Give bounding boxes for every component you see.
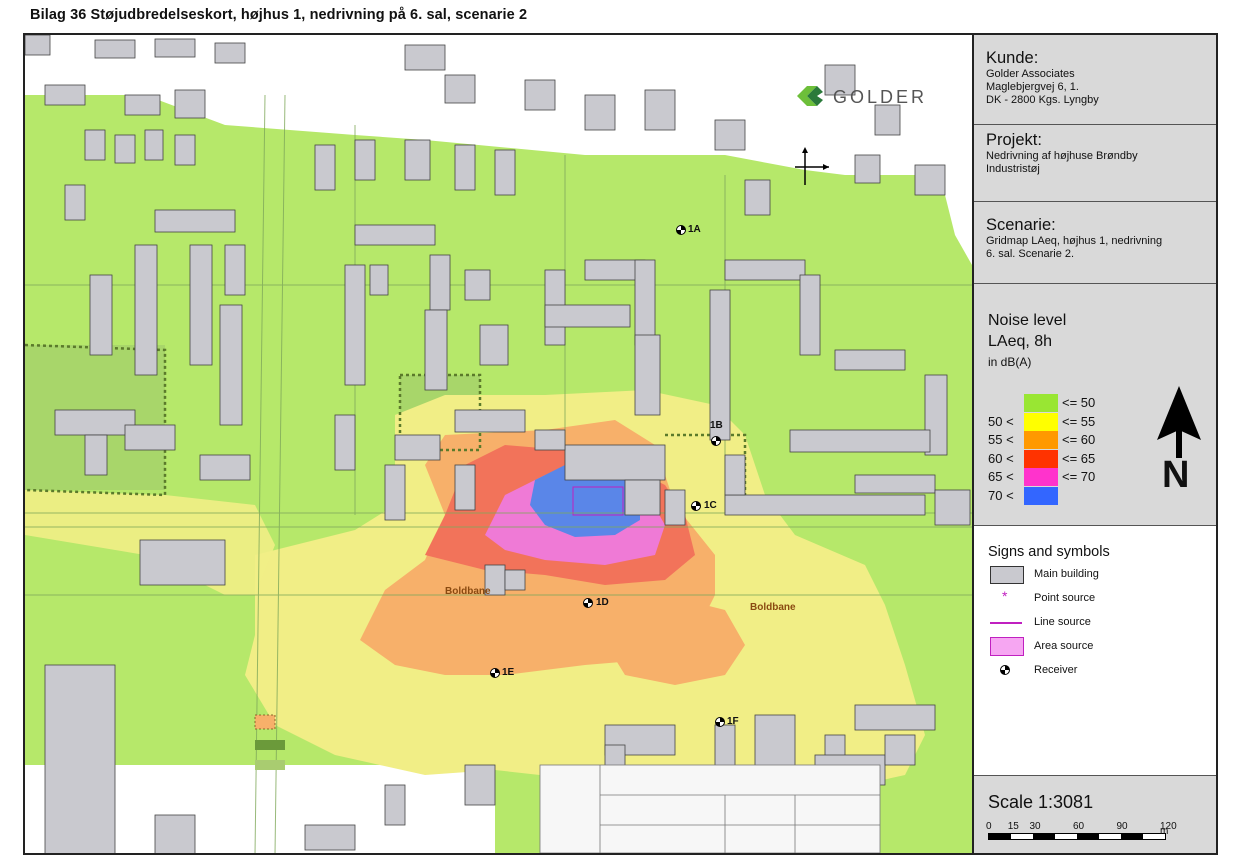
legend-swatch <box>1024 394 1058 412</box>
customer-line: DK - 2800 Kgs. Lyngby <box>986 94 1099 106</box>
receiver-marker[interactable] <box>715 717 725 727</box>
receiver-label: 1E <box>502 667 515 678</box>
receiver-label: 1B <box>710 420 723 431</box>
receiver-icon <box>1000 665 1010 675</box>
inset-titleblock <box>539 764 881 853</box>
scale-title: Scale 1:3081 <box>988 792 1094 812</box>
receiver-label: 1F <box>727 716 739 727</box>
legend-swatch <box>1024 431 1058 449</box>
receiver-marker[interactable] <box>691 501 701 511</box>
logo-text: GOLDER <box>833 87 928 107</box>
noise-heading: Noise level <box>988 312 1067 329</box>
scenario-box: Scenarie: Gridmap LAeq, højhus 1, nedriv… <box>974 202 1216 284</box>
scale-tick: 30 <box>1029 821 1041 832</box>
legend-low: 65 < <box>988 469 1014 484</box>
scale-box: Scale 1:3081 0 15 30 60 90 120 m <box>974 776 1216 853</box>
scenario-heading: Scenarie: <box>986 216 1056 234</box>
noise-map[interactable]: 1A 1B 1C 1D 1E 1F Boldbane Boldbane GOLD… <box>25 35 972 853</box>
customer-heading: Kunde: <box>986 49 1039 67</box>
golder-logo-icon <box>797 86 823 106</box>
compass-small-icon <box>795 147 831 187</box>
noise-legend-item: <= 50 <box>988 394 1148 412</box>
signs-heading: Signs and symbols <box>988 544 1110 560</box>
line-source-icon <box>990 622 1022 624</box>
noise-legend-item: 70 < <box>988 486 1148 505</box>
customer-line: Golder Associates <box>986 68 1075 80</box>
signs-box: Signs and symbols Main building * Point … <box>974 526 1216 776</box>
noise-legend-item: 60 < <= 65 <box>988 449 1148 468</box>
customer-line: Maglebjergvej 6, 1. <box>986 81 1079 93</box>
project-heading: Projekt: <box>986 131 1042 149</box>
field-label: Boldbane <box>750 602 796 613</box>
north-arrow-icon: N <box>1154 384 1204 514</box>
north-label: N <box>1162 454 1190 496</box>
noise-unit: in dB(A) <box>988 355 1032 369</box>
legend-low: 60 < <box>988 450 1014 466</box>
legend-high: <= 70 <box>1062 469 1096 484</box>
receiver-label: 1D <box>596 597 609 608</box>
legend-low: 50 < <box>988 413 1014 429</box>
legend-swatch <box>1024 449 1058 468</box>
field-label: Boldbane <box>445 586 491 597</box>
legend-swatch <box>1024 486 1058 505</box>
customer-box: Kunde: Golder Associates Maglebjergvej 6… <box>974 35 1216 125</box>
legend-panel: Kunde: Golder Associates Maglebjergvej 6… <box>972 35 1216 853</box>
noise-subheading: LAeq, 8h <box>988 333 1053 350</box>
scale-tick: 15 <box>1007 821 1019 832</box>
receiver-marker[interactable] <box>676 225 686 235</box>
point-source-icon: * <box>1002 588 1008 604</box>
scenario-line: 6. sal. Scenarie 2. <box>986 248 1075 260</box>
scale-bar-graphic <box>988 833 1166 840</box>
legend-high: <= 65 <box>1062 450 1096 466</box>
project-line: Nedrivning af højhuse Brøndby <box>986 150 1138 162</box>
noise-legend-item: 55 < <= 60 <box>988 431 1148 449</box>
noise-legend-item: 50 < <= 55 <box>988 412 1148 431</box>
scale-tick: 60 <box>1073 821 1085 832</box>
legend-high: <= 60 <box>1062 432 1096 447</box>
scale-tick: 0 <box>986 821 992 832</box>
scenario-line: Gridmap LAeq, højhus 1, nedrivning <box>986 235 1163 247</box>
noise-legend-box: Noise level LAeq, 8h in dB(A) <= 50 50 < <… <box>974 284 1216 526</box>
golder-logo: GOLDER <box>793 81 943 111</box>
legend-low: 70 < <box>988 487 1014 503</box>
scale-unit: m <box>1160 826 1169 837</box>
map-sheet: 1A 1B 1C 1D 1E 1F Boldbane Boldbane GOLD… <box>23 33 1218 855</box>
receiver-marker[interactable] <box>711 436 721 446</box>
page-title: Bilag 36 Støjudbredelseskort, højhus 1, … <box>30 7 528 23</box>
project-box: Projekt: Nedrivning af højhuse Brøndby I… <box>974 125 1216 202</box>
receiver-label: 1C <box>704 500 717 511</box>
legend-low: 55 < <box>988 432 1014 447</box>
receiver-label: 1A <box>688 224 701 235</box>
legend-high: <= 55 <box>1062 413 1096 429</box>
noise-legend-item: 65 < <= 70 <box>988 468 1148 486</box>
scale-tick: 90 <box>1116 821 1128 832</box>
receiver-marker[interactable] <box>490 668 500 678</box>
legend-swatch <box>1024 412 1058 431</box>
receiver-marker[interactable] <box>583 598 593 608</box>
area-source-swatch <box>990 637 1024 656</box>
legend-swatch <box>1024 468 1058 486</box>
project-line: Industristøj <box>986 163 1040 175</box>
legend-high: <= 50 <box>1062 395 1096 410</box>
building-swatch <box>990 566 1024 584</box>
